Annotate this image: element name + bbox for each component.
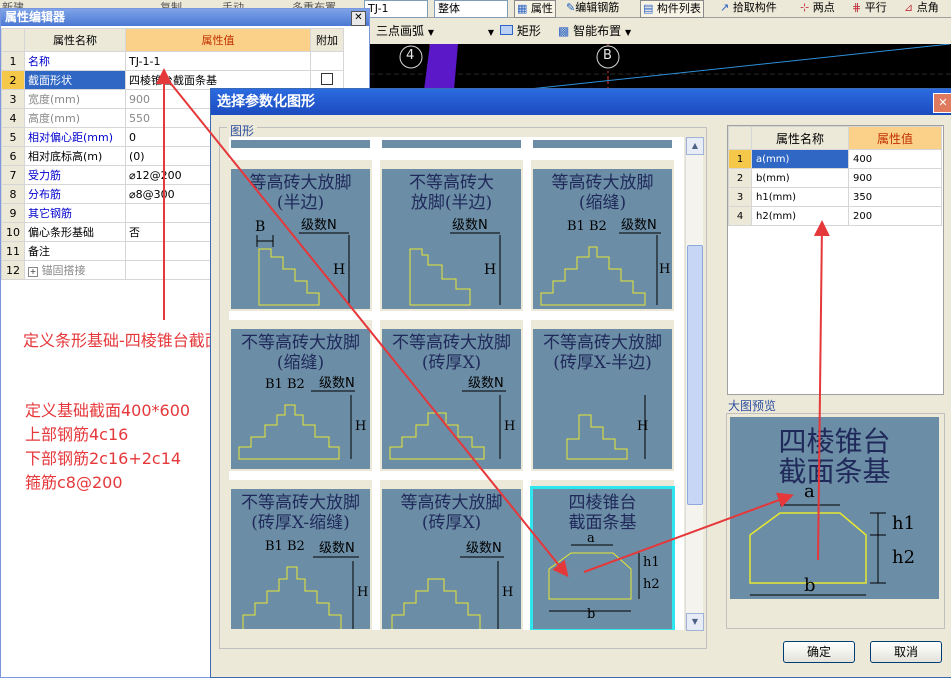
arrow-to-params xyxy=(813,220,830,561)
arrow-to-selected-shape xyxy=(167,79,569,578)
annotation-arrows xyxy=(156,68,830,578)
arrow-to-preview xyxy=(583,492,794,573)
